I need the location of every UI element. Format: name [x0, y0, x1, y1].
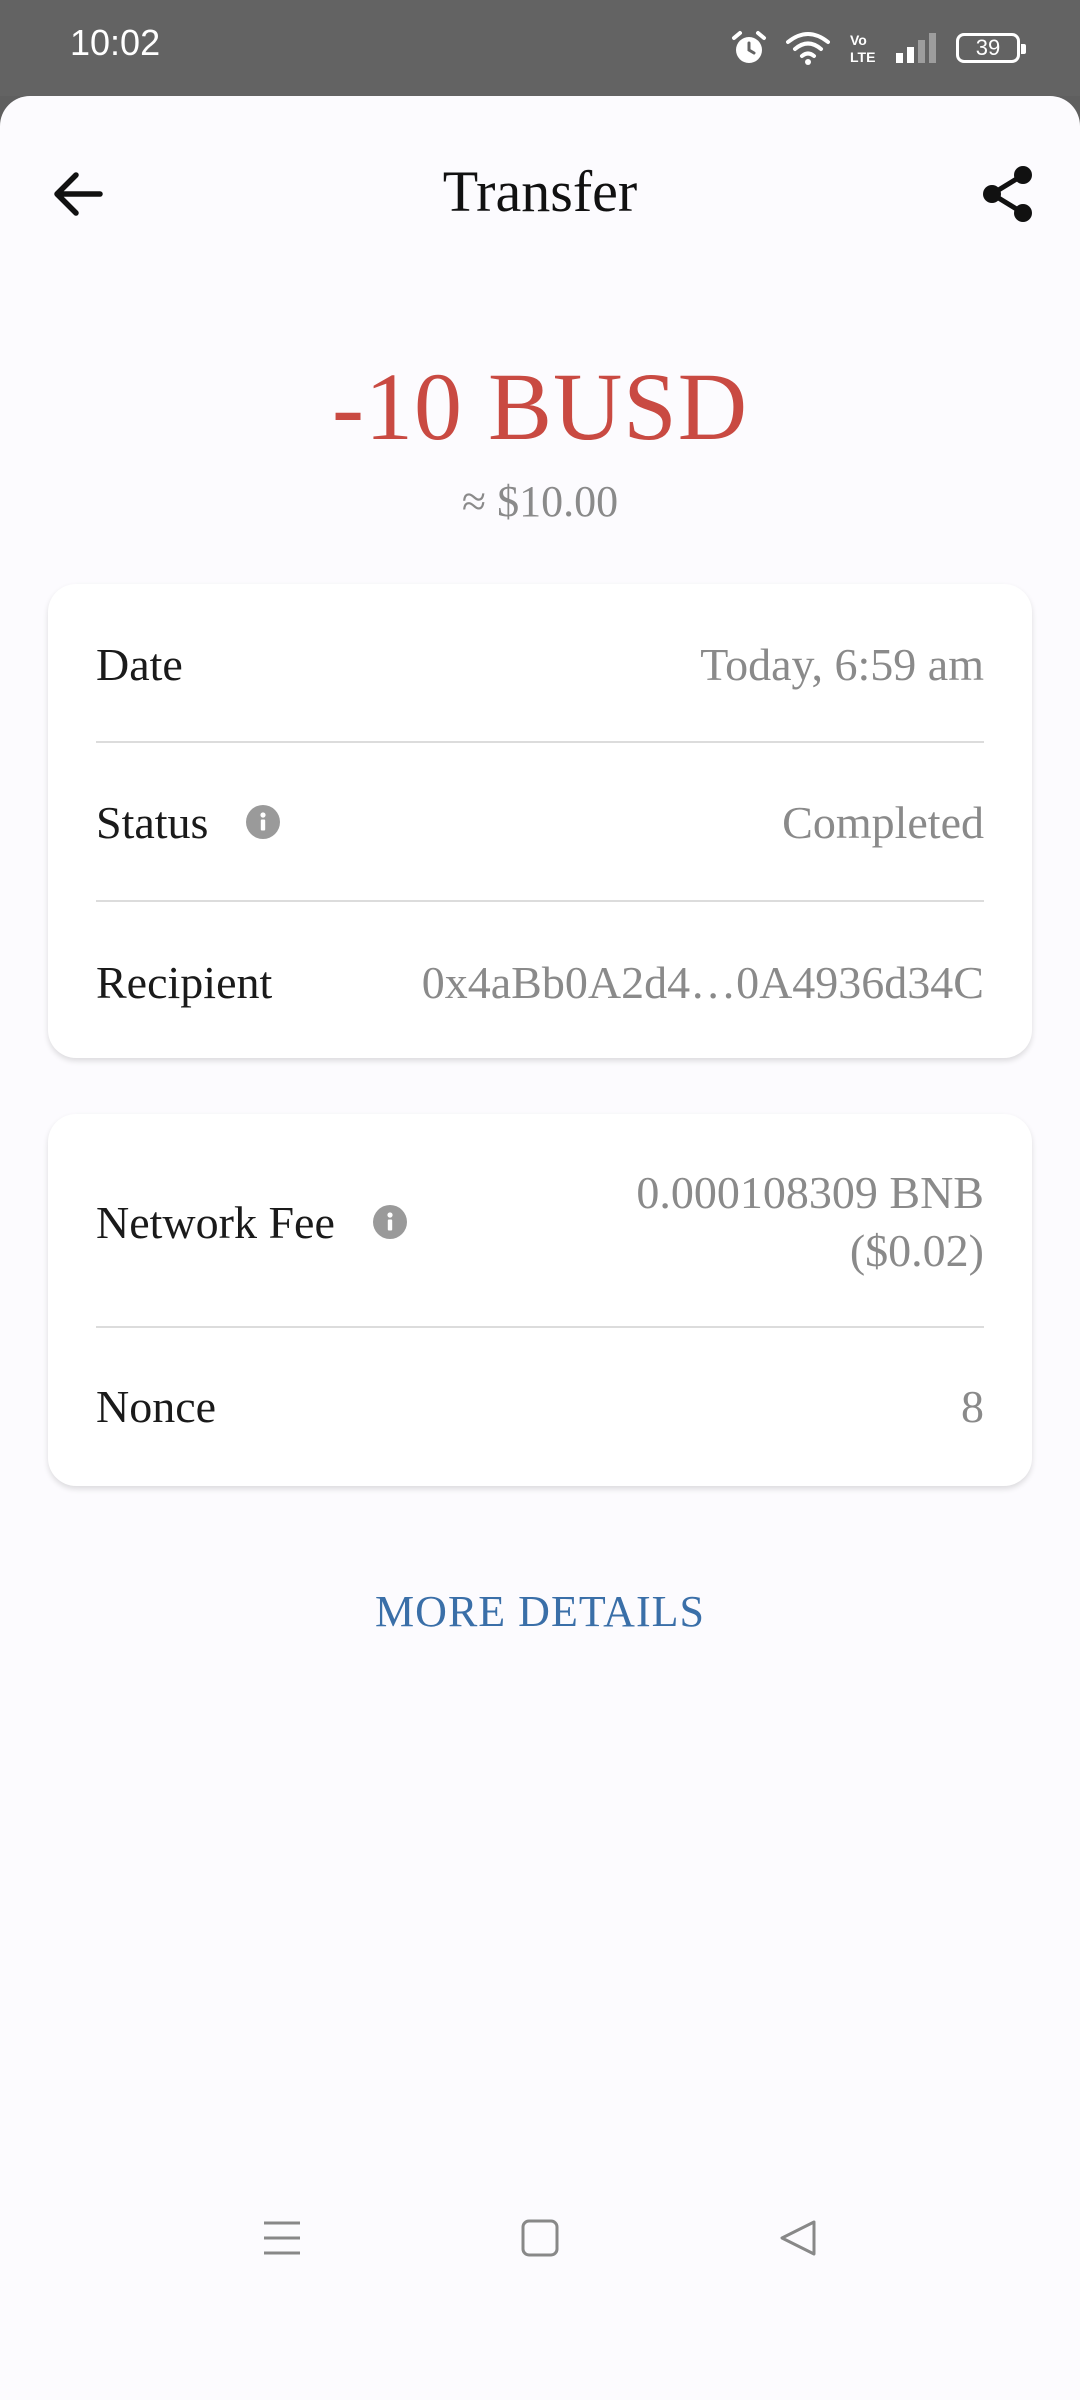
wifi-icon: [786, 32, 830, 65]
transfer-amount: -10 BUSD: [331, 353, 749, 460]
status-time: 10:02: [70, 22, 161, 63]
share-icon: [983, 166, 1032, 222]
nonce-value: 8: [961, 1380, 984, 1432]
divider: [96, 1326, 984, 1328]
recipient-address[interactable]: 0x4aBb0A2d4…0A4936d34C: [422, 956, 984, 1009]
transfer-sheet: Transfer -10 BUSD ≈ $10.00 Date Today, 6…: [0, 96, 1080, 2400]
info-icon[interactable]: [246, 805, 281, 839]
page-title: Transfer: [442, 159, 638, 224]
info-icon[interactable]: [372, 1205, 407, 1239]
status-bar: 10:02 Vo LTE 39: [0, 0, 1080, 96]
status-value: Completed: [782, 796, 984, 848]
navigation-bar: [0, 2190, 1080, 2280]
share-button[interactable]: [972, 158, 1044, 230]
back-nav-button[interactable]: [768, 2208, 828, 2268]
fee-details-card: Network Fee 0.000108309 BNB ($0.02) Nonc…: [48, 1114, 1032, 1486]
home-icon: [521, 2219, 559, 2257]
nonce-label: Nonce: [96, 1380, 217, 1432]
menu-icon: [264, 2221, 300, 2255]
network-fee-row: Network Fee 0.000108309 BNB ($0.02): [96, 1156, 984, 1288]
status-icons: Vo LTE 39: [730, 26, 1026, 70]
info-glyph-icon: [260, 812, 267, 831]
app-bar: Transfer: [0, 96, 1080, 286]
status-row: Status Completed: [96, 774, 984, 870]
home-button[interactable]: [510, 2208, 570, 2268]
network-fee-label: Network Fee: [96, 1196, 335, 1248]
divider: [96, 900, 984, 902]
back-icon: [780, 2220, 816, 2256]
network-fee-fiat: ($0.02): [849, 1225, 984, 1276]
network-fee-amount: 0.000108309 BNB: [636, 1167, 984, 1218]
date-value: Today, 6:59 am: [700, 638, 984, 690]
recipient-label: Recipient: [96, 956, 273, 1008]
menu-button[interactable]: [252, 2208, 312, 2268]
recipient-row[interactable]: Recipient 0x4aBb0A2d4…0A4936d34C: [96, 934, 984, 1030]
date-row: Date Today, 6:59 am: [96, 616, 984, 712]
svg-text:Vo: Vo: [850, 32, 867, 48]
transfer-fiat-value: ≈ $10.00: [461, 477, 619, 526]
battery-icon: 39: [956, 33, 1026, 63]
svg-text:LTE: LTE: [850, 49, 875, 65]
date-label: Date: [96, 638, 183, 690]
signal-icon: [896, 33, 936, 63]
network-fee-value: 0.000108309 BNB ($0.02): [636, 1164, 984, 1280]
status-label: Status: [96, 796, 209, 848]
transaction-details-card: Date Today, 6:59 am Status Completed Rec…: [48, 584, 1032, 1058]
nonce-row: Nonce 8: [96, 1358, 984, 1454]
divider: [96, 741, 984, 743]
volte-icon: Vo LTE: [850, 32, 875, 65]
info-glyph-icon: [387, 1212, 393, 1231]
more-details-button[interactable]: MORE DETAILS: [0, 1586, 1080, 1637]
alarm-icon: [732, 31, 766, 63]
